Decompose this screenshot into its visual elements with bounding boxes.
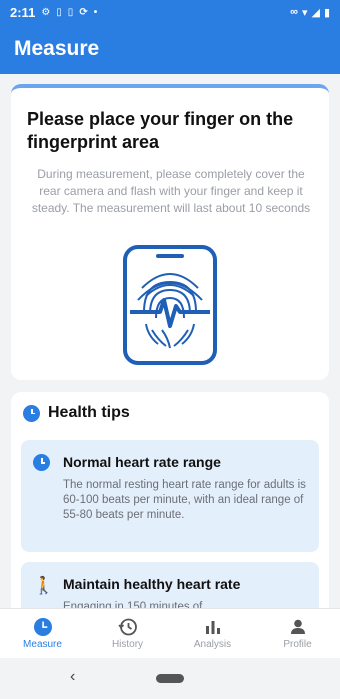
measure-icon — [33, 618, 52, 636]
health-tips-title: Health tips — [48, 404, 130, 421]
health-tips-card: Health tips Normal heart rate range The … — [11, 392, 329, 608]
dot-icon: • — [93, 6, 98, 18]
phone-fingerprint-heartbeat-icon[interactable] — [122, 244, 218, 366]
tip-title: Maintain healthy heart rate — [63, 576, 241, 592]
nav-measure[interactable]: Measure — [0, 609, 85, 658]
app-bar: Measure — [0, 24, 340, 74]
wifi-icon: ▾ — [301, 6, 308, 19]
status-bar: 2:11 ⚙ ▯ ▯ ⟳ • ∞ ▾ ◢ ▮ — [0, 0, 340, 24]
sync-icon: ⟳ — [79, 6, 88, 18]
tip-text: The normal resting heart rate range for … — [63, 479, 306, 521]
link-icon: ∞ — [290, 6, 298, 18]
profile-icon — [290, 619, 305, 634]
page-title: Measure — [14, 37, 100, 60]
instruction-description: During measurement, please completely co… — [31, 167, 311, 215]
sim-icon: ▯ — [56, 6, 62, 18]
tip-maintain-heart-rate[interactable]: 🚶 Maintain healthy heart rate Engaging i… — [21, 562, 319, 608]
nav-profile[interactable]: Profile — [255, 609, 340, 658]
nav-history[interactable]: History — [85, 609, 170, 658]
clock-icon — [33, 454, 50, 471]
nav-label: Measure — [23, 639, 62, 650]
nav-label: Profile — [283, 639, 312, 650]
analysis-icon — [205, 621, 220, 634]
gear-icon: ⚙ — [41, 6, 51, 18]
instruction-card: Please place your finger on the fingerpr… — [11, 84, 329, 380]
nav-analysis[interactable]: Analysis — [170, 609, 255, 658]
back-icon[interactable]: ‹ — [70, 668, 75, 686]
health-tips-header: Health tips — [23, 404, 130, 422]
bottom-navigation: Measure History Analysis Profile — [0, 608, 340, 658]
nav-label: History — [111, 639, 144, 650]
battery-icon: ▮ — [323, 6, 330, 19]
tip-title: Normal heart rate range — [63, 454, 221, 470]
system-navigation-bar: ‹ — [0, 658, 340, 699]
walk-icon: 🚶 — [33, 576, 55, 595]
history-icon — [117, 618, 137, 636]
clock-icon — [23, 404, 40, 422]
instruction-heading: Please place your finger on the fingerpr… — [27, 109, 294, 152]
sim-icon: ▯ — [67, 6, 74, 18]
home-handle[interactable] — [156, 674, 184, 683]
nav-label: Analysis — [193, 639, 232, 650]
tip-normal-heart-rate[interactable]: Normal heart rate range The normal resti… — [21, 440, 319, 552]
status-time: 2:11 — [10, 4, 36, 20]
content-scroll-area[interactable]: Please place your finger on the fingerpr… — [0, 74, 340, 608]
tip-text: Engaging in 150 minutes of — [63, 601, 203, 608]
signal-icon: ◢ — [311, 6, 320, 19]
